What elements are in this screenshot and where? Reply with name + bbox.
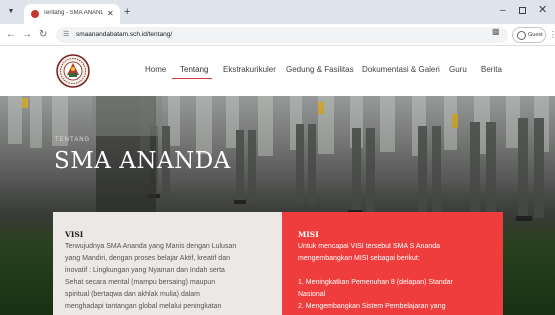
reload-icon[interactable]: ↻	[39, 28, 47, 41]
misi-list-item: Nasional	[298, 291, 326, 298]
browser-tab-bar: ▼ Tentang - SMA ANANDA BATA ✕ + – ✕	[0, 0, 555, 24]
visi-text: Terwujudnya SMA Ananda yang Manis dengan…	[65, 241, 270, 313]
visi-line: Sehat secara mental (mampu bersaing) mau…	[65, 279, 216, 286]
misi-list-item: 2. Mengembangkan Sistem Pembelajaran yan…	[298, 303, 446, 310]
nav-dokumentasi-galeri[interactable]: Dokumentasi & Galeri	[362, 65, 440, 74]
visi-line: Terwujudnya SMA Ananda yang Manis dengan…	[65, 243, 237, 250]
guest-profile-button[interactable]: Guest	[512, 27, 546, 43]
nav-home[interactable]: Home	[145, 65, 166, 74]
nav-gedung-fasilitas[interactable]: Gedung & Fasilitas	[286, 65, 354, 74]
tab-title: Tentang - SMA ANANDA BATA	[43, 10, 103, 16]
hero-kicker: TENTANG	[55, 137, 91, 143]
visi-line: yang Mandiri, dengan proses belajar Akti…	[65, 255, 230, 262]
nav-berita[interactable]: Berita	[481, 65, 502, 74]
site-favicon-icon	[31, 10, 39, 18]
misi-intro-line: mengembangkan MISI sebagai berikut:	[298, 255, 420, 262]
window-close-icon[interactable]: ✕	[538, 4, 547, 17]
active-nav-underline	[172, 78, 212, 79]
misi-heading: MISI	[298, 230, 319, 239]
browser-tab[interactable]: Tentang - SMA ANANDA BATA ✕	[24, 4, 120, 24]
school-logo[interactable]	[56, 54, 90, 88]
misi-list: 1. Meningkatkan Pemenuhan 8 (delapan) St…	[298, 277, 491, 313]
visi-line: inovatif : Lingkungan yang Nyaman dan In…	[65, 267, 225, 274]
browser-toolbar: ← → ↻ ☰ smaanandabatam.sch.id/tentang/ ▩…	[0, 24, 555, 46]
misi-intro-line: Untuk mencapai VISI tersebut SMA S Anand…	[298, 243, 441, 250]
visi-line: menghadapi tantangan global melalui peni…	[65, 303, 222, 310]
visi-heading: VISI	[65, 230, 84, 239]
profile-label: Guest	[528, 32, 543, 38]
misi-intro: Untuk mencapai VISI tersebut SMA S Anand…	[298, 241, 491, 265]
visi-line: spiritual (bertaqwa dan akhlak mulia) da…	[65, 291, 201, 298]
misi-list-item: 1. Meningkatkan Pemenuhan 8 (delapan) St…	[298, 279, 453, 286]
back-arrow-icon[interactable]: ←	[6, 28, 16, 41]
nav-tentang[interactable]: Tentang	[180, 65, 208, 74]
browser-menu-icon[interactable]: ⋮	[549, 30, 555, 40]
page-title: SMA ANANDA	[54, 148, 231, 174]
tab-search-chevron-icon[interactable]: ▼	[4, 5, 18, 19]
nav-ekstrakurikuler[interactable]: Ekstrakurikuler	[223, 65, 276, 74]
site-header: Home Tentang Ekstrakurikuler Gedung & Fa…	[0, 47, 555, 96]
tab-close-icon[interactable]: ✕	[107, 9, 114, 18]
forward-arrow-icon[interactable]: →	[22, 28, 32, 41]
profile-icon	[517, 31, 526, 40]
url-text[interactable]: smaanandabatam.sch.id/tentang/	[76, 30, 172, 40]
nav-guru[interactable]: Guru	[449, 65, 467, 74]
address-bar[interactable]: ☰ smaanandabatam.sch.id/tentang/	[56, 27, 508, 43]
site-info-icon[interactable]: ☰	[63, 30, 69, 40]
new-tab-button[interactable]: +	[124, 6, 130, 18]
visi-card: VISI Terwujudnya SMA Ananda yang Manis d…	[53, 212, 282, 315]
misi-card: MISI Untuk mencapai VISI tersebut SMA S …	[282, 212, 503, 315]
translate-icon[interactable]: ▩	[492, 27, 500, 37]
minimize-icon[interactable]: –	[500, 5, 506, 17]
maximize-icon[interactable]	[519, 7, 526, 14]
